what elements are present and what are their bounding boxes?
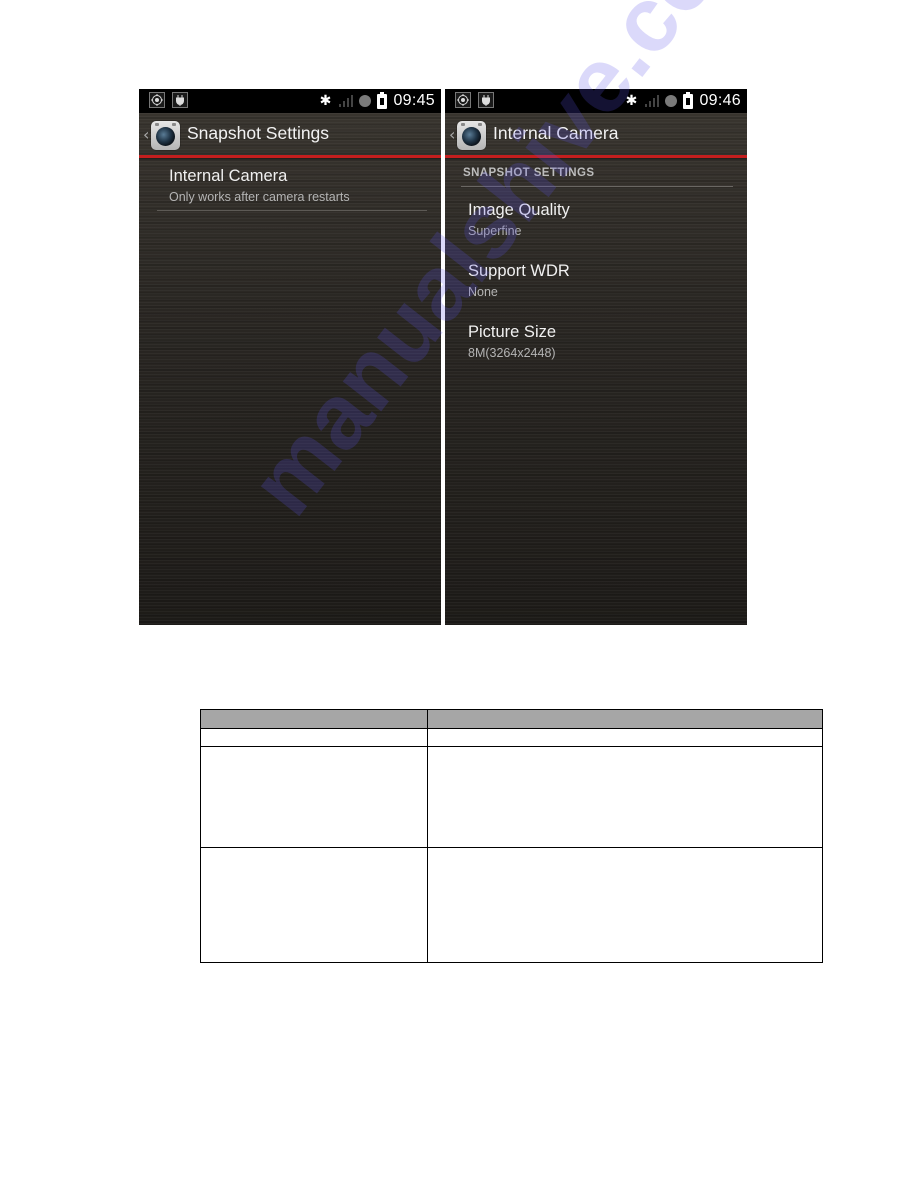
action-bar-divider [139,155,441,158]
battery-charging-icon [683,91,694,109]
bluetooth-icon: ✱ [625,93,638,109]
pref-title: Support WDR [468,262,570,280]
table-row [200,746,823,848]
table-cell [200,847,428,963]
action-bar: ‹ Internal Camera [445,113,747,155]
screenshot-internal-camera: ✱ 09:46 ‹ Internal Camera SNAPSHOT SETTI… [445,89,747,625]
camera-app-icon[interactable] [457,121,486,150]
clock: 09:45 [393,92,435,109]
table-cell [200,746,428,848]
page-title: Internal Camera [493,123,619,143]
pref-title: Image Quality [468,201,570,219]
action-bar-divider [445,155,747,158]
page-title: Snapshot Settings [187,123,330,143]
usb-plug-icon [478,92,494,108]
status-bar: ✱ 09:45 [139,89,441,113]
battery-charging-icon [377,91,388,109]
back-chevron-icon[interactable]: ‹ [449,125,455,144]
pref-summary: Superfine [468,224,522,238]
signal-icon [337,94,354,108]
list-divider [157,210,427,211]
pref-summary: Only works after camera restarts [169,190,350,204]
settings-table [200,709,823,963]
table-header-row [200,709,823,729]
table-row [200,847,823,963]
pref-summary: None [468,285,498,299]
table-cell [200,728,428,747]
table-header-cell [200,709,428,729]
camera-app-icon[interactable] [151,121,180,150]
table-header-cell [427,709,823,729]
table-row [200,728,823,747]
clock: 09:46 [699,92,741,109]
back-chevron-icon[interactable]: ‹ [143,125,149,144]
sync-dot-icon [359,95,372,107]
category-header: SNAPSHOT SETTINGS [463,167,595,179]
table-cell [427,728,823,747]
status-bar: ✱ 09:46 [445,89,747,113]
location-icon [149,92,165,108]
pref-title: Internal Camera [169,167,288,185]
location-icon [455,92,471,108]
pref-title: Picture Size [468,323,557,341]
bluetooth-icon: ✱ [319,93,332,109]
pref-summary: 8M(3264x2448) [468,346,556,360]
table-cell [427,746,823,848]
screenshot-snapshot-settings: ✱ 09:45 ‹ Snapshot Settings Internal Cam… [139,89,441,625]
signal-icon [643,94,660,108]
category-divider [461,186,733,187]
action-bar: ‹ Snapshot Settings [139,113,441,155]
usb-plug-icon [172,92,188,108]
table-cell [427,847,823,963]
sync-dot-icon [665,95,678,107]
